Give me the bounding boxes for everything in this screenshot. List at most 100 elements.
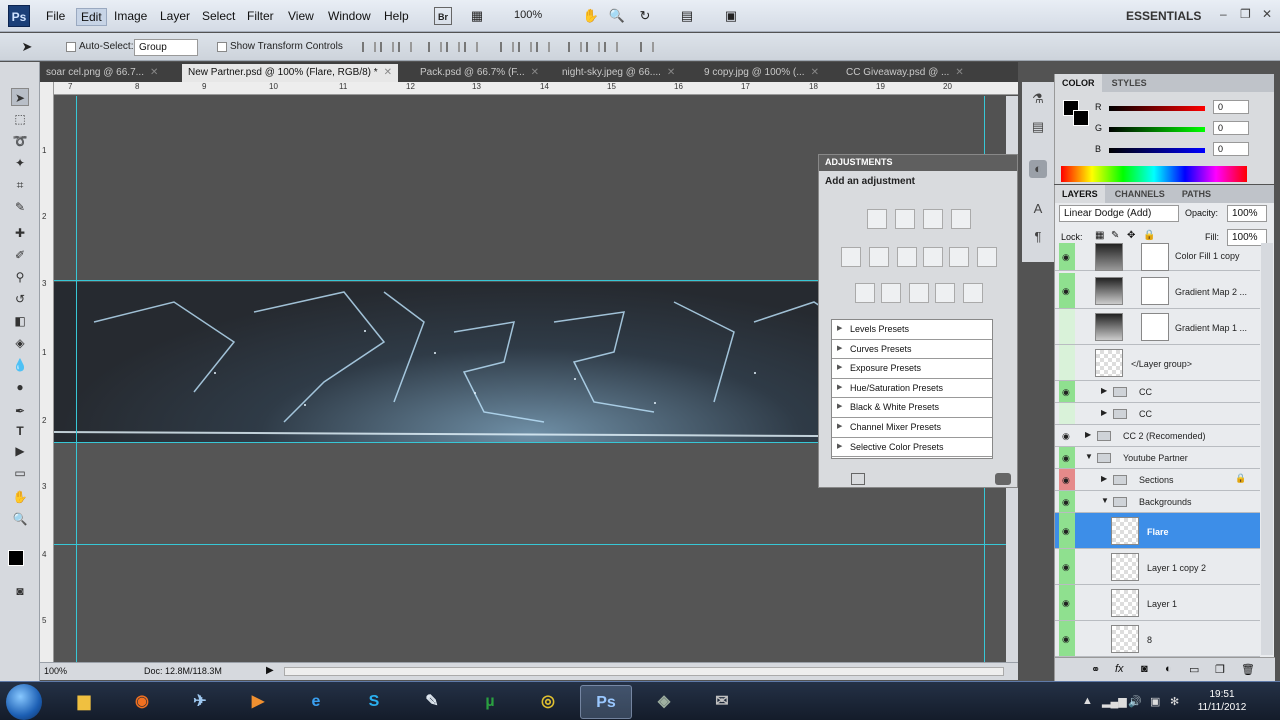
layer-style-icon[interactable]: fx (1115, 663, 1124, 675)
lasso-tool[interactable]: ➰ (11, 132, 29, 150)
visibility-toggle[interactable]: ◉ (1059, 447, 1075, 468)
brush-tool[interactable]: ✐ (11, 246, 29, 264)
expand-arrow-icon[interactable]: ▶ (1101, 474, 1107, 483)
preset-item[interactable]: Exposure Presets (832, 359, 992, 379)
tab-color[interactable]: COLOR (1055, 74, 1102, 92)
utorrent-taskbar-icon[interactable]: µ (464, 685, 516, 719)
visibility-toggle[interactable]: ◉ (1059, 549, 1075, 584)
menu-file[interactable]: File (42, 8, 69, 24)
visibility-toggle[interactable] (1059, 403, 1075, 424)
close-tab-icon[interactable]: ✕ (811, 67, 819, 78)
view-extras-icon[interactable]: ▦ (468, 7, 486, 25)
internet-explorer-taskbar-icon[interactable]: e (290, 685, 342, 719)
channel-mixer-icon[interactable] (977, 247, 997, 267)
quick-mask-icon[interactable]: ◙ (11, 582, 29, 600)
distribute-bottom-icon[interactable] (536, 42, 550, 52)
auto-select-dropdown[interactable]: Group (134, 39, 198, 56)
layers-scrollbar[interactable] (1261, 243, 1273, 655)
blue-slider[interactable] (1109, 148, 1205, 153)
tab-paths[interactable]: PATHS (1175, 185, 1218, 203)
visibility-toggle[interactable]: ◉ (1059, 585, 1075, 620)
invert-icon[interactable] (855, 283, 875, 303)
pen-tool[interactable]: ✒ (11, 402, 29, 420)
visibility-toggle[interactable]: ◉ (1059, 469, 1075, 490)
hand-tool[interactable]: ✋ (11, 488, 29, 506)
tab-styles[interactable]: STYLES (1105, 74, 1154, 92)
menu-layer[interactable]: Layer (156, 8, 194, 24)
character-panel-icon[interactable]: A (1029, 200, 1047, 218)
photoshop-taskbar-icon[interactable]: Ps (580, 685, 632, 719)
zoom-dropdown[interactable]: 100% (514, 9, 542, 21)
preset-item[interactable]: Curves Presets (832, 340, 992, 360)
red-slider[interactable] (1109, 106, 1205, 111)
menu-window[interactable]: Window (324, 8, 375, 24)
hue-saturation-icon[interactable] (869, 247, 889, 267)
dodge-tool[interactable]: ● (11, 378, 29, 396)
green-slider[interactable] (1109, 127, 1205, 132)
expand-arrow-icon[interactable]: ▶ (1085, 430, 1091, 439)
clip-to-layer-icon[interactable] (995, 473, 1011, 485)
explorer-taskbar-icon[interactable]: ▆ (58, 685, 110, 719)
horizontal-ruler[interactable]: 7 8 9 10 11 12 13 14 15 16 17 18 19 20 (54, 82, 1018, 95)
tab-soar-cel[interactable]: soar cel.png @ 66.7... ✕ (40, 64, 164, 82)
marquee-tool[interactable]: ⬚ (11, 110, 29, 128)
visibility-toggle[interactable]: ◉ (1059, 621, 1075, 656)
close-tab-icon[interactable]: ✕ (384, 67, 392, 78)
green-value[interactable]: 0 (1213, 121, 1249, 135)
layer-row[interactable]: </Layer group> (1055, 345, 1260, 381)
vertical-ruler[interactable]: 1 2 3 0 1 2 3 4 5 (40, 82, 54, 662)
preset-item[interactable]: Black & White Presets (832, 398, 992, 418)
levels-icon[interactable] (895, 209, 915, 229)
paint-bucket-tool[interactable]: ◈ (11, 334, 29, 352)
selective-color-icon[interactable] (963, 283, 983, 303)
new-adjustment-layer-icon[interactable]: ◐ (1165, 663, 1172, 675)
vibrance-icon[interactable] (841, 247, 861, 267)
distribute-right-icon[interactable] (604, 42, 618, 52)
system-clock[interactable]: 19:51 11/11/2012 (1192, 688, 1252, 714)
visibility-toggle[interactable]: ◉ (1059, 513, 1075, 548)
visibility-toggle[interactable]: ◉ (1059, 425, 1075, 446)
preset-item[interactable]: Hue/Saturation Presets (832, 379, 992, 399)
arrange-documents-icon[interactable]: ▤ (678, 7, 696, 25)
exposure-icon[interactable] (951, 209, 971, 229)
distribute-center-icon[interactable] (586, 42, 600, 52)
align-center-icon[interactable] (446, 42, 460, 52)
zoom-tool-icon[interactable]: 🔍 (608, 7, 626, 25)
layer-row[interactable]: ◉ Layer 1 copy 2 (1055, 549, 1260, 585)
bridge-icon[interactable]: Br (434, 7, 452, 25)
visibility-toggle[interactable]: ◉ (1059, 491, 1075, 512)
align-left-icon[interactable] (428, 42, 442, 52)
layer-group-row[interactable]: ◉ ▶ Sections 🔒 (1055, 469, 1260, 491)
minimize-icon[interactable]: – (1220, 7, 1227, 21)
app-taskbar-icon[interactable]: ✉ (696, 685, 748, 719)
status-menu-arrow-icon[interactable]: ▶ (266, 665, 274, 676)
preset-item[interactable]: Selective Color Presets (832, 438, 992, 458)
align-middle-icon[interactable] (380, 42, 394, 52)
layer-group-row[interactable]: ◉ ▼ Backgrounds (1055, 491, 1260, 513)
close-tab-icon[interactable]: ✕ (150, 67, 158, 78)
expand-arrow-icon[interactable]: ▶ (1101, 386, 1107, 395)
paragraph-panel-icon[interactable]: ¶ (1029, 228, 1047, 246)
black-white-icon[interactable] (923, 247, 943, 267)
lock-all-icon[interactable]: 🔒 (1143, 230, 1155, 241)
tab-new-partner[interactable]: New Partner.psd @ 100% (Flare, RGB/8) * ✕ (182, 64, 399, 82)
lock-position-icon[interactable]: ✥ (1127, 230, 1135, 241)
add-mask-icon[interactable]: ◙ (1141, 663, 1148, 675)
app-taskbar-icon[interactable]: ✈ (174, 685, 226, 719)
red-value[interactable]: 0 (1213, 100, 1249, 114)
collapse-arrow-icon[interactable]: ▼ (1101, 496, 1109, 505)
visibility-toggle[interactable]: ◉ (1059, 273, 1075, 308)
posterize-icon[interactable] (881, 283, 901, 303)
screen-mode-icon[interactable]: ▣ (722, 7, 740, 25)
color-balance-icon[interactable] (897, 247, 917, 267)
show-transform-checkbox[interactable] (217, 42, 227, 52)
preset-item[interactable]: Levels Presets (832, 320, 992, 340)
path-selection-tool[interactable]: ▶ (11, 442, 29, 460)
visibility-toggle[interactable]: ◉ (1059, 243, 1075, 270)
layer-group-row[interactable]: ◉ ▶ CC 2 (Recomended) (1055, 425, 1260, 447)
start-button[interactable] (6, 684, 42, 720)
gradient-map-icon[interactable] (935, 283, 955, 303)
history-brush-tool[interactable]: ↺ (11, 290, 29, 308)
clone-stamp-tool[interactable]: ⚲ (11, 268, 29, 286)
canvas-horizontal-scrollbar[interactable] (284, 667, 1004, 676)
